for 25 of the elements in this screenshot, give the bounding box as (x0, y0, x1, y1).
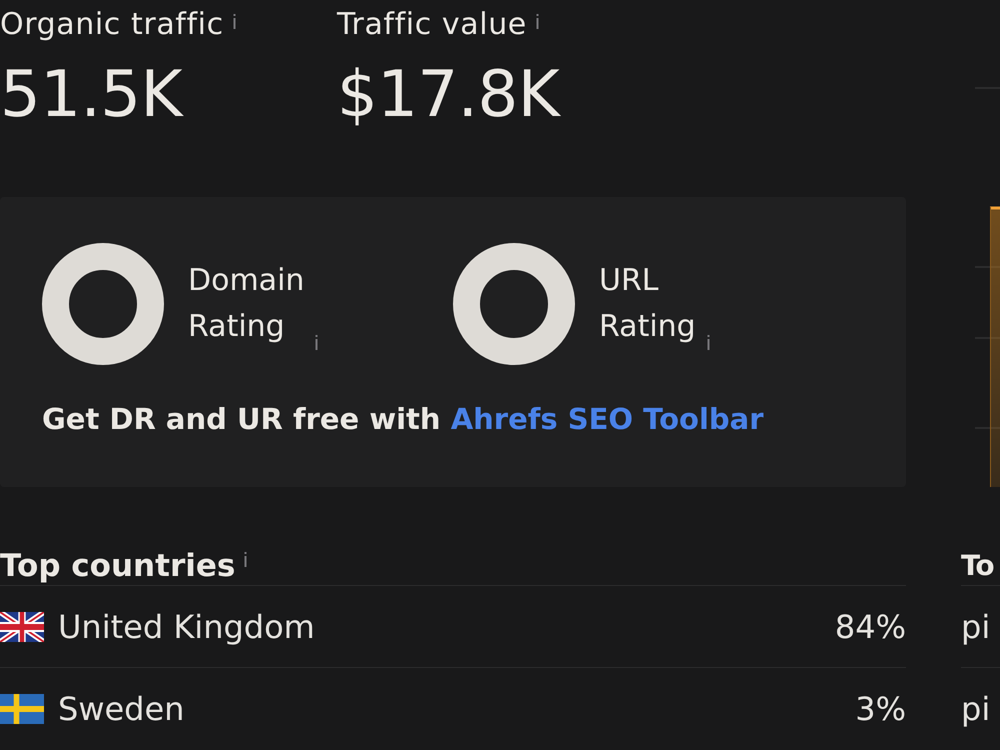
metric-value: 51.5K (0, 60, 182, 130)
country-name: Sweden (58, 690, 184, 728)
section-title: Top countries (0, 548, 236, 584)
metric-value: $17.8K (337, 60, 560, 130)
traffic-share: 3% (855, 690, 906, 728)
traffic-share: 84% (834, 608, 906, 646)
info-icon[interactable] (706, 335, 711, 350)
rating-label: Domain Rating (188, 262, 304, 346)
metric-label: Organic traffic (0, 6, 224, 44)
keyword-text: pi (961, 690, 990, 728)
ring-icon (42, 243, 164, 365)
section-title: To (961, 548, 994, 584)
country-name: United Kingdom (58, 608, 315, 646)
ring-icon (453, 243, 575, 365)
info-icon[interactable] (232, 14, 237, 29)
info-icon[interactable] (243, 552, 248, 567)
promo-text: Get DR and UR free with Ahrefs SEO Toolbar (42, 401, 764, 438)
toolbar-link[interactable]: Ahrefs SEO Toolbar (450, 402, 764, 436)
metric-label: Traffic value (337, 6, 527, 44)
keyword-text: pi (961, 608, 990, 646)
info-icon[interactable] (314, 335, 320, 350)
rating-label: URL Rating (599, 262, 696, 346)
sweden-flag-icon (0, 694, 44, 724)
uk-flag-icon (0, 612, 44, 642)
info-icon[interactable] (534, 14, 540, 29)
